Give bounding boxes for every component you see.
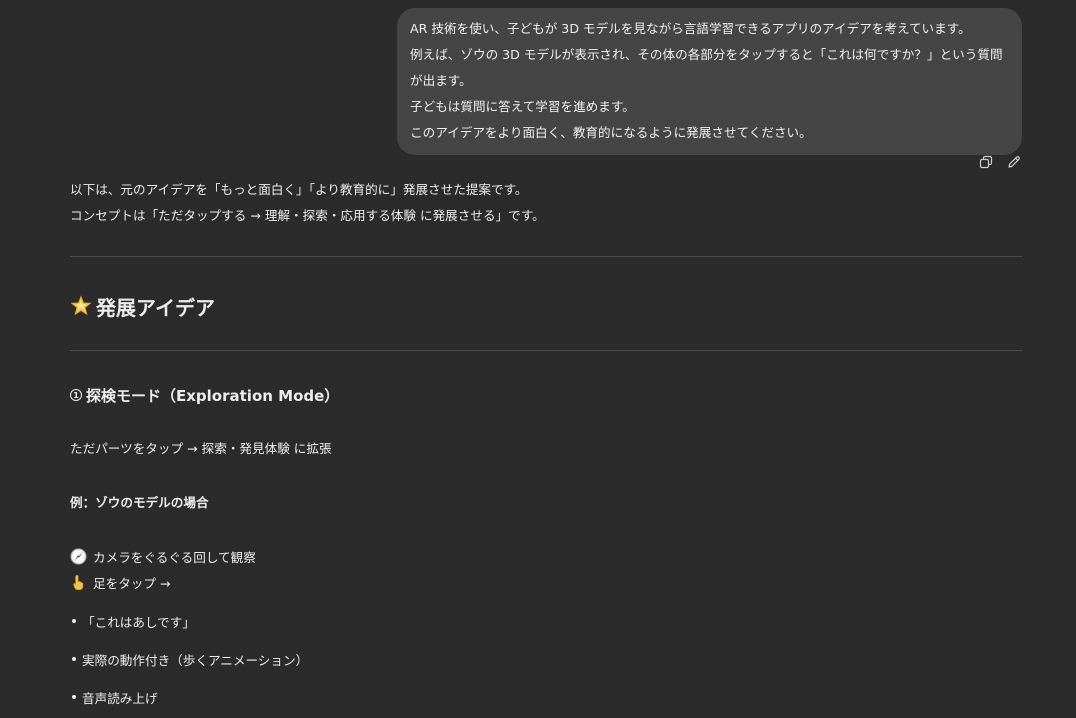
section-heading: 発展アイデア bbox=[70, 291, 1022, 321]
intro-text: コンセプトは「ただタップする → 理解・探索・応用する体験 に発展させる」です。 bbox=[70, 208, 545, 223]
user-message-line: AR 技術を使い、子どもが 3D モデルを見ながら言語学習できるアプリのアイデア… bbox=[410, 21, 971, 36]
user-message-bubble: AR 技術を使い、子どもが 3D モデルを見ながら言語学習できるアプリのアイデア… bbox=[397, 8, 1022, 155]
example-item-text: 足をタップ → bbox=[93, 575, 171, 591]
message-actions bbox=[978, 154, 1022, 170]
edit-button[interactable] bbox=[1006, 154, 1022, 170]
copy-icon bbox=[979, 155, 993, 169]
section-title: 発展アイデア bbox=[96, 295, 215, 320]
list-item: 実際の動作付き（歩くアニメーション） bbox=[70, 649, 1022, 669]
intro-text: 以下は、元のアイデアを「もっと面白く」「より教育的に」発展させた提案です。 bbox=[70, 182, 528, 197]
glowing-star-icon bbox=[70, 295, 92, 316]
example-item: 足をタップ → bbox=[70, 569, 1022, 595]
example-item: カメラをぐるぐる回して観察 bbox=[70, 543, 1022, 569]
user-message-line: 例えば、ゾウの 3D モデルが表示され、その体の各部分をタップすると「これは何で… bbox=[410, 47, 1003, 88]
list-item-text: 実際の動作付き（歩くアニメーション） bbox=[82, 652, 309, 668]
bullet-dot bbox=[72, 695, 76, 699]
bullet-dot bbox=[72, 657, 76, 661]
example-heading: 例：ゾウのモデルの場合 bbox=[70, 495, 209, 510]
mode-title: 探検モード（Exploration Mode） bbox=[86, 386, 340, 405]
compass-icon bbox=[70, 547, 87, 565]
user-message-line: このアイデアをより面白く、教育的になるように発展させてください。 bbox=[410, 125, 812, 140]
list-item: 音声読み上げ bbox=[70, 687, 1022, 707]
assistant-response: 以下は、元のアイデアを「もっと面白く」「より教育的に」発展させた提案です。 コン… bbox=[70, 177, 1022, 707]
pointing-hand-icon bbox=[73, 574, 84, 590]
list-item: 「これはあしです」 bbox=[70, 611, 1022, 631]
bullet-dot bbox=[72, 619, 76, 623]
mode-heading: 1 探検モード（Exploration Mode） bbox=[70, 384, 1022, 406]
list-item-text: 音声読み上げ bbox=[82, 690, 158, 706]
list-item-text: 「これはあしです」 bbox=[82, 614, 195, 630]
mode-description: ただパーツをタップ → 探索・発見体験 に拡張 bbox=[70, 441, 332, 456]
copy-button[interactable] bbox=[978, 154, 994, 170]
example-item-text: カメラをぐるぐる回して観察 bbox=[93, 549, 256, 565]
edit-icon bbox=[1008, 156, 1020, 168]
number-badge: 1 bbox=[70, 389, 82, 401]
chat-page: AR 技術を使い、子どもが 3D モデルを見ながら言語学習できるアプリのアイデア… bbox=[0, 0, 1076, 718]
user-message-line: 子どもは質問に答えて学習を進めます。 bbox=[410, 99, 635, 114]
